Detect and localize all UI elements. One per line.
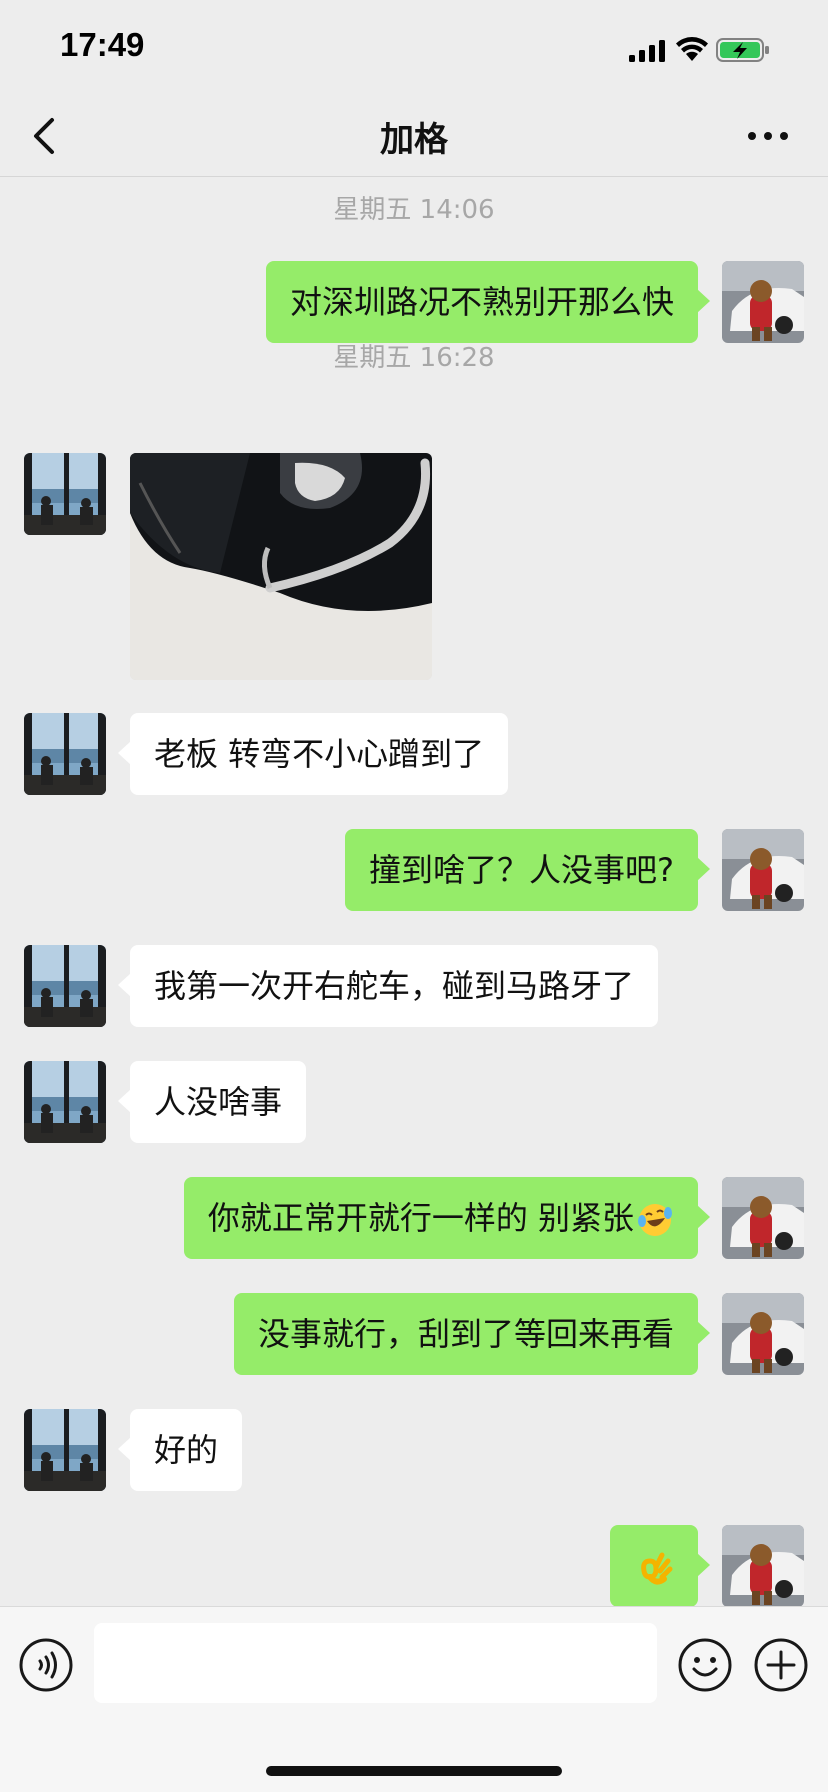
page-title: 加格 <box>380 120 448 160</box>
input-bar <box>0 1606 828 1792</box>
avatar-image <box>722 1525 804 1606</box>
avatar-image <box>24 945 106 1027</box>
emoji-icon[interactable] <box>677 1637 733 1693</box>
message-bubble-incoming[interactable]: 我第一次开右舵车，碰到马路牙了 <box>117 945 659 1027</box>
message-bubble-incoming[interactable]: 人没啥事 <box>117 1061 307 1143</box>
chat-screen: 17:49 加格 星期五 14:06 对深圳路况不熟别开那么快 星期五 16:2… <box>0 0 828 1792</box>
contact-avatar[interactable] <box>24 1409 106 1491</box>
message-bubble-outgoing[interactable]: 你就正常开就行一样的 别紧张 <box>183 1177 711 1259</box>
ok-hand-emoji-icon <box>641 1552 673 1585</box>
nav-bar: 加格 <box>0 96 828 177</box>
status-time: 17:49 <box>60 26 145 63</box>
timestamp: 星期五 16:28 <box>333 343 495 373</box>
message-bubble-incoming[interactable]: 老板 转弯不小心蹭到了 <box>117 713 509 795</box>
avatar-image <box>722 829 804 911</box>
avatar-image <box>722 1293 804 1375</box>
avatar-image <box>24 713 106 795</box>
contact-avatar[interactable] <box>24 1061 106 1143</box>
avatar-image <box>722 1177 804 1259</box>
my-avatar[interactable] <box>722 261 804 343</box>
signal-icon <box>629 40 665 62</box>
battery-charging-icon <box>716 38 769 62</box>
contact-avatar[interactable] <box>24 713 106 795</box>
voice-icon[interactable] <box>18 1637 74 1693</box>
avatar-image <box>24 1061 106 1143</box>
more-dots-icon[interactable] <box>744 120 792 152</box>
message-bubble-outgoing[interactable]: 对深圳路况不熟别开那么快 <box>265 261 711 343</box>
contact-avatar[interactable] <box>24 945 106 1027</box>
contact-avatar[interactable] <box>24 453 106 535</box>
my-avatar[interactable] <box>722 829 804 911</box>
message-bubble-outgoing[interactable]: 撞到啥了？人没事吧? <box>345 829 710 911</box>
wifi-icon <box>676 37 708 61</box>
plus-icon[interactable] <box>753 1637 809 1693</box>
my-avatar[interactable] <box>722 1177 804 1259</box>
car-bumper-photo <box>130 453 432 680</box>
avatar-image <box>24 1409 106 1491</box>
message-bubble-outgoing[interactable] <box>610 1525 710 1606</box>
avatar-image <box>24 453 106 535</box>
avatar-image <box>722 261 804 343</box>
message-bubble-outgoing[interactable]: 没事就行，刮到了等回来再看 <box>233 1293 711 1375</box>
message-bubble-incoming[interactable]: 好的 <box>117 1409 243 1491</box>
photo-message[interactable] <box>130 453 432 680</box>
my-avatar[interactable] <box>722 1293 804 1375</box>
home-indicator[interactable] <box>266 1766 562 1776</box>
my-avatar[interactable] <box>722 1525 804 1606</box>
message-text: 你就正常开就行一样的 别紧张 <box>207 1199 634 1237</box>
message-list[interactable]: 星期五 14:06 对深圳路况不熟别开那么快 星期五 16:28 老板 转弯不小… <box>0 177 828 1606</box>
crying-laughing-emoji-icon <box>638 1204 672 1236</box>
message-input[interactable] <box>94 1623 657 1703</box>
timestamp: 星期五 14:06 <box>333 195 495 225</box>
status-bar: 17:49 <box>0 0 828 96</box>
